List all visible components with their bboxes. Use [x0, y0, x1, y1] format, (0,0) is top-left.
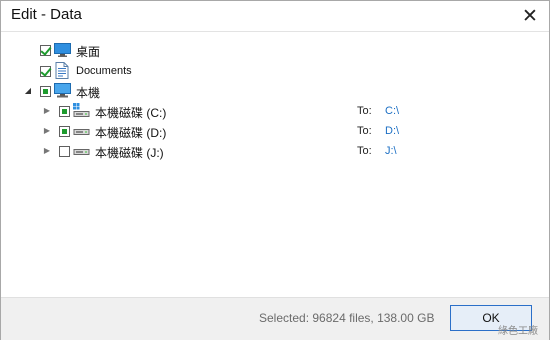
- tree-item-this-pc[interactable]: ◢ 本機: [1, 81, 549, 101]
- dialog-footer: Selected: 96824 files, 138.00 GB OK: [1, 297, 549, 340]
- computer-icon: [54, 83, 71, 98]
- tree-item-label: 桌面: [76, 45, 101, 59]
- tree-item-drive-d[interactable]: ▶ 本機磁碟 (D:) To: D:\: [1, 121, 549, 141]
- document-icon: [55, 62, 69, 79]
- drive-icon: [73, 129, 90, 135]
- to-label: To:: [357, 105, 372, 117]
- tree-item-label: 本機: [76, 86, 101, 100]
- dialog-title: Edit - Data: [11, 6, 82, 23]
- collapsed-triangle-icon[interactable]: ▶: [42, 126, 52, 136]
- this-pc-checkbox[interactable]: [40, 86, 51, 97]
- collapsed-triangle-icon[interactable]: ▶: [42, 106, 52, 116]
- selection-status: Selected: 96824 files, 138.00 GB: [259, 311, 435, 325]
- tree-item-desktop[interactable]: 桌面: [1, 40, 549, 60]
- desktop-icon: [54, 43, 71, 57]
- desktop-checkbox[interactable]: [40, 45, 51, 56]
- drive-label: 本機磁碟 (J:): [95, 146, 164, 160]
- watermark-text: 綠色工廠: [498, 326, 538, 337]
- destination-link[interactable]: D:\: [385, 125, 399, 137]
- drive-label: 本機磁碟 (C:): [95, 106, 167, 120]
- collapsed-triangle-icon[interactable]: ▶: [42, 146, 52, 156]
- system-drive-icon: [73, 103, 90, 117]
- drive-icon: [73, 149, 90, 155]
- edit-dialog: Edit - Data ✕ 桌面 Documents ◢ 本機 ▶ 本機磁碟 (…: [0, 0, 550, 340]
- drive-j-checkbox[interactable]: [59, 146, 70, 157]
- to-label: To:: [357, 145, 372, 157]
- expanded-triangle-icon[interactable]: ◢: [23, 86, 33, 96]
- to-label: To:: [357, 125, 372, 137]
- tree-item-drive-j[interactable]: ▶ 本機磁碟 (J:) To: J:\: [1, 141, 549, 161]
- destination-link[interactable]: J:\: [385, 145, 397, 157]
- drive-c-checkbox[interactable]: [59, 106, 70, 117]
- tree-item-drive-c[interactable]: ▶ 本機磁碟 (C:) To: C:\: [1, 101, 549, 121]
- drive-d-checkbox[interactable]: [59, 126, 70, 137]
- drive-label: 本機磁碟 (D:): [95, 126, 167, 140]
- title-bar: Edit - Data ✕: [1, 1, 549, 32]
- close-icon[interactable]: ✕: [519, 5, 541, 27]
- documents-checkbox[interactable]: [40, 66, 51, 77]
- tree-item-documents[interactable]: Documents: [1, 61, 549, 81]
- tree-item-label: Documents: [76, 65, 132, 77]
- destination-link[interactable]: C:\: [385, 105, 399, 117]
